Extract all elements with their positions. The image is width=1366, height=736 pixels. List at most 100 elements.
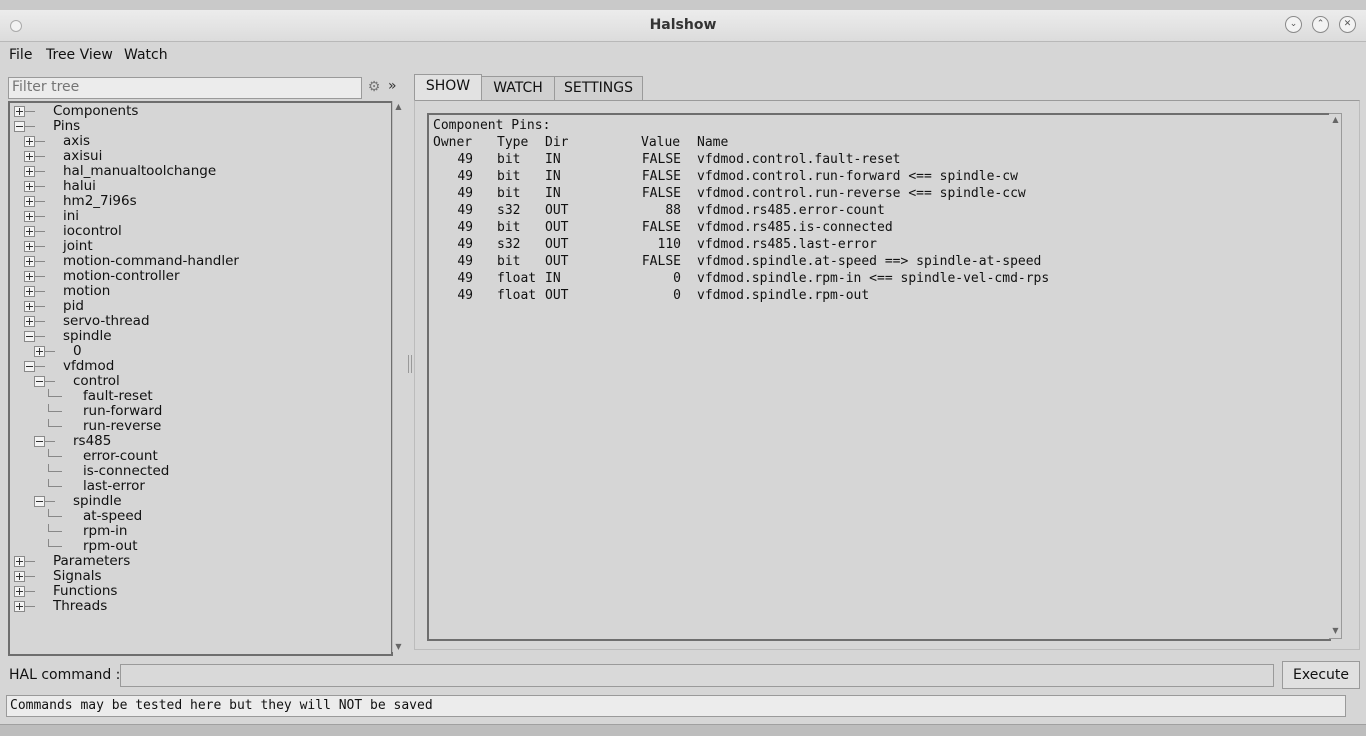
- tree-item[interactable]: error-count: [10, 449, 388, 464]
- cell-name: vfdmod.spindle.rpm-out: [697, 288, 870, 303]
- tree-expand-icon[interactable]: [24, 151, 35, 162]
- tree-expand-icon[interactable]: [14, 556, 25, 567]
- close-icon[interactable]: ✕: [1339, 16, 1356, 33]
- maximize-icon[interactable]: ⌃: [1312, 16, 1329, 33]
- expand-icon[interactable]: »: [388, 78, 402, 94]
- tree-collapse-icon[interactable]: [24, 361, 35, 372]
- tree-expand-icon[interactable]: [24, 136, 35, 147]
- gear-icon[interactable]: ⚙: [366, 79, 382, 95]
- tree-expand-icon[interactable]: [24, 271, 35, 282]
- tree-item[interactable]: rpm-out: [10, 539, 388, 554]
- tree-expand-icon[interactable]: [24, 211, 35, 222]
- tree-expand-icon[interactable]: [24, 196, 35, 207]
- menu-file[interactable]: File: [9, 47, 32, 63]
- tree-expand-icon[interactable]: [14, 106, 25, 117]
- tree-item[interactable]: Pins: [10, 119, 388, 134]
- tree-expand-icon[interactable]: [34, 346, 45, 357]
- window-titlebar: Halshow ⌄ ⌃ ✕: [0, 10, 1366, 42]
- cell-value: FALSE: [641, 254, 681, 269]
- cell-owner: 49: [457, 203, 473, 218]
- tab-watch[interactable]: WATCH: [481, 76, 555, 100]
- pin-tree[interactable]: Components Pins axis axisui hal_manualtoolch…: [8, 101, 393, 656]
- tree-item[interactable]: axisui: [10, 149, 388, 164]
- tree-collapse-icon[interactable]: [24, 331, 35, 342]
- tree-item[interactable]: ini: [10, 209, 388, 224]
- tree-item-label: is-connected: [83, 463, 170, 479]
- tree-expand-icon[interactable]: [24, 166, 35, 177]
- tree-item[interactable]: axis: [10, 134, 388, 149]
- tree-item[interactable]: Signals: [10, 569, 388, 584]
- tree-item[interactable]: is-connected: [10, 464, 388, 479]
- scroll-up-icon[interactable]: ▲: [1330, 114, 1341, 125]
- tree-collapse-icon[interactable]: [34, 496, 45, 507]
- tree-item[interactable]: rpm-in: [10, 524, 388, 539]
- tree-item[interactable]: motion: [10, 284, 388, 299]
- tree-expand-icon[interactable]: [24, 241, 35, 252]
- tree-expand-icon[interactable]: [14, 601, 25, 612]
- pane-splitter-handle[interactable]: [408, 355, 412, 373]
- tree-expand-icon[interactable]: [24, 316, 35, 327]
- cell-value: 0: [673, 271, 681, 286]
- tree-item[interactable]: motion-controller: [10, 269, 388, 284]
- pin-row: 49 bit IN FALSE vfdmod.control.run-forward <…: [433, 168, 1323, 185]
- filter-tree-field[interactable]: [8, 77, 362, 99]
- tree-item[interactable]: vfdmod: [10, 359, 388, 374]
- tree-item[interactable]: iocontrol: [10, 224, 388, 239]
- tree-item[interactable]: Components: [10, 104, 388, 119]
- tree-item[interactable]: Parameters: [10, 554, 388, 569]
- tree-item[interactable]: control: [10, 374, 388, 389]
- tree-expand-icon[interactable]: [24, 256, 35, 267]
- show-scrollbar[interactable]: ▲ ▼: [1329, 113, 1342, 639]
- tree-item-label: pid: [63, 298, 84, 314]
- tree-item[interactable]: halui: [10, 179, 388, 194]
- tab-show[interactable]: SHOW: [414, 74, 482, 100]
- tree-item[interactable]: hal_manualtoolchange: [10, 164, 388, 179]
- cell-owner: 49: [457, 169, 473, 184]
- tree-item[interactable]: rs485: [10, 434, 388, 449]
- scroll-up-icon[interactable]: ▲: [393, 101, 404, 112]
- tree-scrollbar[interactable]: ▲ ▼: [392, 101, 404, 652]
- tree-item-label: error-count: [83, 448, 158, 464]
- tree-collapse-icon[interactable]: [34, 436, 45, 447]
- tree-item[interactable]: run-forward: [10, 404, 388, 419]
- tree-expand-icon[interactable]: [24, 301, 35, 312]
- tree-expand-icon[interactable]: [24, 226, 35, 237]
- execute-button[interactable]: Execute: [1282, 661, 1360, 689]
- tree-item[interactable]: fault-reset: [10, 389, 388, 404]
- menu-tree-view[interactable]: Tree View: [46, 47, 113, 63]
- tree-item-label: motion-command-handler: [63, 253, 239, 269]
- tree-expand-icon[interactable]: [14, 571, 25, 582]
- cell-type: float: [497, 288, 537, 303]
- tree-item[interactable]: Functions: [10, 584, 388, 599]
- hal-command-input[interactable]: [121, 665, 1273, 684]
- tree-collapse-icon[interactable]: [14, 121, 25, 132]
- minimize-icon[interactable]: ⌄: [1285, 16, 1302, 33]
- scroll-down-icon[interactable]: ▼: [1330, 625, 1341, 636]
- tree-item-label: vfdmod: [63, 358, 115, 374]
- tree-item-label: axis: [63, 133, 91, 149]
- tree-item[interactable]: at-speed: [10, 509, 388, 524]
- tree-item[interactable]: spindle: [10, 494, 388, 509]
- tree-item[interactable]: run-reverse: [10, 419, 388, 434]
- hal-command-field[interactable]: [120, 664, 1274, 687]
- tree-item[interactable]: hm2_7i96s: [10, 194, 388, 209]
- tree-collapse-icon[interactable]: [34, 376, 45, 387]
- pin-row: 49 s32 OUT 88 vfdmod.rs485.error-count: [433, 202, 1323, 219]
- filter-tree-input[interactable]: [9, 78, 355, 96]
- tree-item[interactable]: joint: [10, 239, 388, 254]
- tree-item[interactable]: last-error: [10, 479, 388, 494]
- tab-settings[interactable]: SETTINGS: [554, 76, 643, 100]
- menu-watch[interactable]: Watch: [124, 47, 168, 63]
- tree-item[interactable]: motion-command-handler: [10, 254, 388, 269]
- scroll-down-icon[interactable]: ▼: [393, 641, 404, 652]
- tree-expand-icon[interactable]: [24, 181, 35, 192]
- hal-command-label: HAL command :: [9, 667, 121, 683]
- tree-item[interactable]: Threads: [10, 599, 388, 614]
- tree-expand-icon[interactable]: [24, 286, 35, 297]
- tree-expand-icon[interactable]: [14, 586, 25, 597]
- tree-item[interactable]: servo-thread: [10, 314, 388, 329]
- tree-item[interactable]: pid: [10, 299, 388, 314]
- tree-item[interactable]: 0: [10, 344, 388, 359]
- show-text-area[interactable]: Component Pins: Owner Type Dir Value Nam…: [427, 113, 1331, 641]
- tree-item[interactable]: spindle: [10, 329, 388, 344]
